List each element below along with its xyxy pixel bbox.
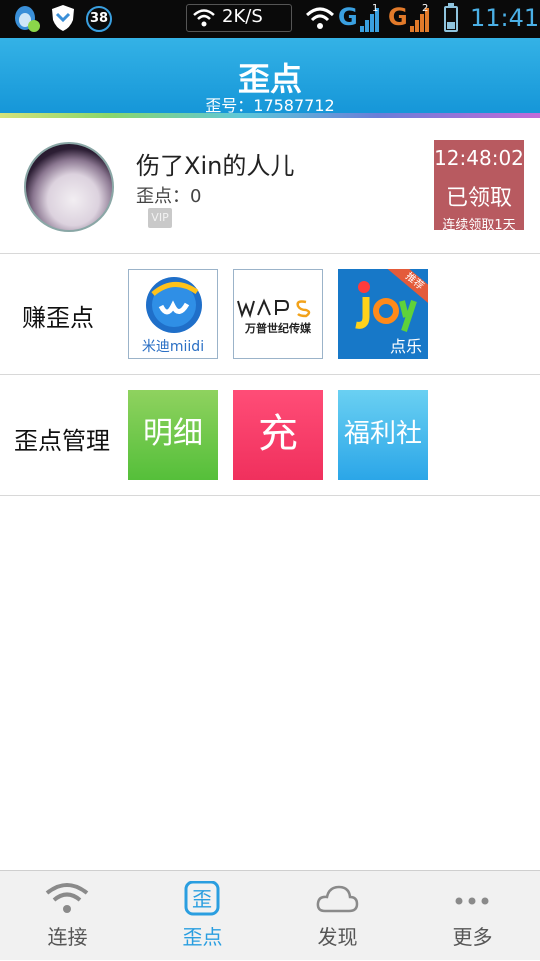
- battery-icon: [444, 3, 458, 32]
- welfare-club-button[interactable]: 福利社: [338, 390, 428, 480]
- daily-claim-button[interactable]: 12:48:02 已领取 连续领取1天: [434, 140, 524, 233]
- claim-status: 已领取: [445, 186, 512, 211]
- points-management-label: 歪点管理: [14, 427, 110, 455]
- more-dots-icon: [455, 897, 489, 905]
- claim-countdown: 12:48:02: [434, 146, 524, 170]
- nav-tab-discover[interactable]: 发现: [270, 871, 405, 961]
- notification-badge: 38: [86, 6, 112, 32]
- points-management-row: 歪点管理 明细 充 福利社: [0, 375, 540, 496]
- nav-tab-more[interactable]: 更多: [405, 871, 540, 961]
- nav-label: 发现: [317, 925, 358, 949]
- wifi-icon: [193, 9, 215, 27]
- nav-label: 更多: [452, 925, 493, 949]
- avatar[interactable]: [24, 142, 114, 232]
- points-icon-glyph: 歪: [192, 887, 212, 911]
- app-header: 歪点 歪号：17587712: [0, 38, 540, 115]
- partner-dianle-tile[interactable]: 推荐 点乐: [338, 269, 428, 359]
- nav-tab-connect[interactable]: 连接: [0, 871, 135, 961]
- recharge-button[interactable]: 充: [233, 390, 323, 480]
- sim1-network-type: G: [338, 3, 358, 31]
- username: 伤了Xin的人儿: [136, 152, 295, 180]
- sim1-slot: 1: [372, 3, 379, 14]
- wifi-icon: [45, 883, 89, 913]
- partner-miidi-tile[interactable]: 米迪miidi: [128, 269, 218, 359]
- partner-name: 米迪miidi: [141, 339, 205, 355]
- partner-name: 点乐: [389, 337, 422, 356]
- points-balance: 歪点：0: [136, 186, 202, 207]
- claim-streak: 连续领取1天: [442, 218, 516, 233]
- net-speed: 2K/S: [222, 6, 263, 27]
- nav-tab-points[interactable]: 歪 歪点: [135, 871, 270, 961]
- partner-waps-tile[interactable]: 万普世纪传媒: [233, 269, 323, 359]
- profile-section: 伤了Xin的人儿 歪点：0 VIP 12:48:02 已领取 连续领取1天: [0, 118, 540, 254]
- miidi-logo-icon: [146, 277, 202, 333]
- nav-label: 歪点: [182, 925, 223, 949]
- cloud-icon: [316, 885, 359, 913]
- partner-name: 万普世纪传媒: [245, 322, 311, 335]
- sim2-network-type: G: [388, 3, 408, 31]
- shield-icon: [52, 5, 74, 31]
- bottom-nav: 连接 歪 歪点 发现 更多: [0, 870, 540, 960]
- qq-icon: [15, 6, 40, 32]
- wifi-icon: [306, 7, 334, 29]
- earn-points-label: 赚歪点: [22, 304, 94, 332]
- nav-label: 连接: [47, 925, 88, 949]
- points-icon: 歪: [184, 881, 220, 916]
- status-bar: 38 2K/S G 1 G 2 11:41: [0, 0, 540, 38]
- vip-badge: VIP: [148, 208, 172, 228]
- earn-points-row: 赚歪点 米迪miidi 万普世纪传媒 推荐 点乐: [0, 254, 540, 375]
- sim2-slot: 2: [422, 3, 429, 14]
- clock: 11:41: [470, 4, 540, 32]
- waps-logo-icon: [237, 298, 311, 318]
- details-button[interactable]: 明细: [128, 390, 218, 480]
